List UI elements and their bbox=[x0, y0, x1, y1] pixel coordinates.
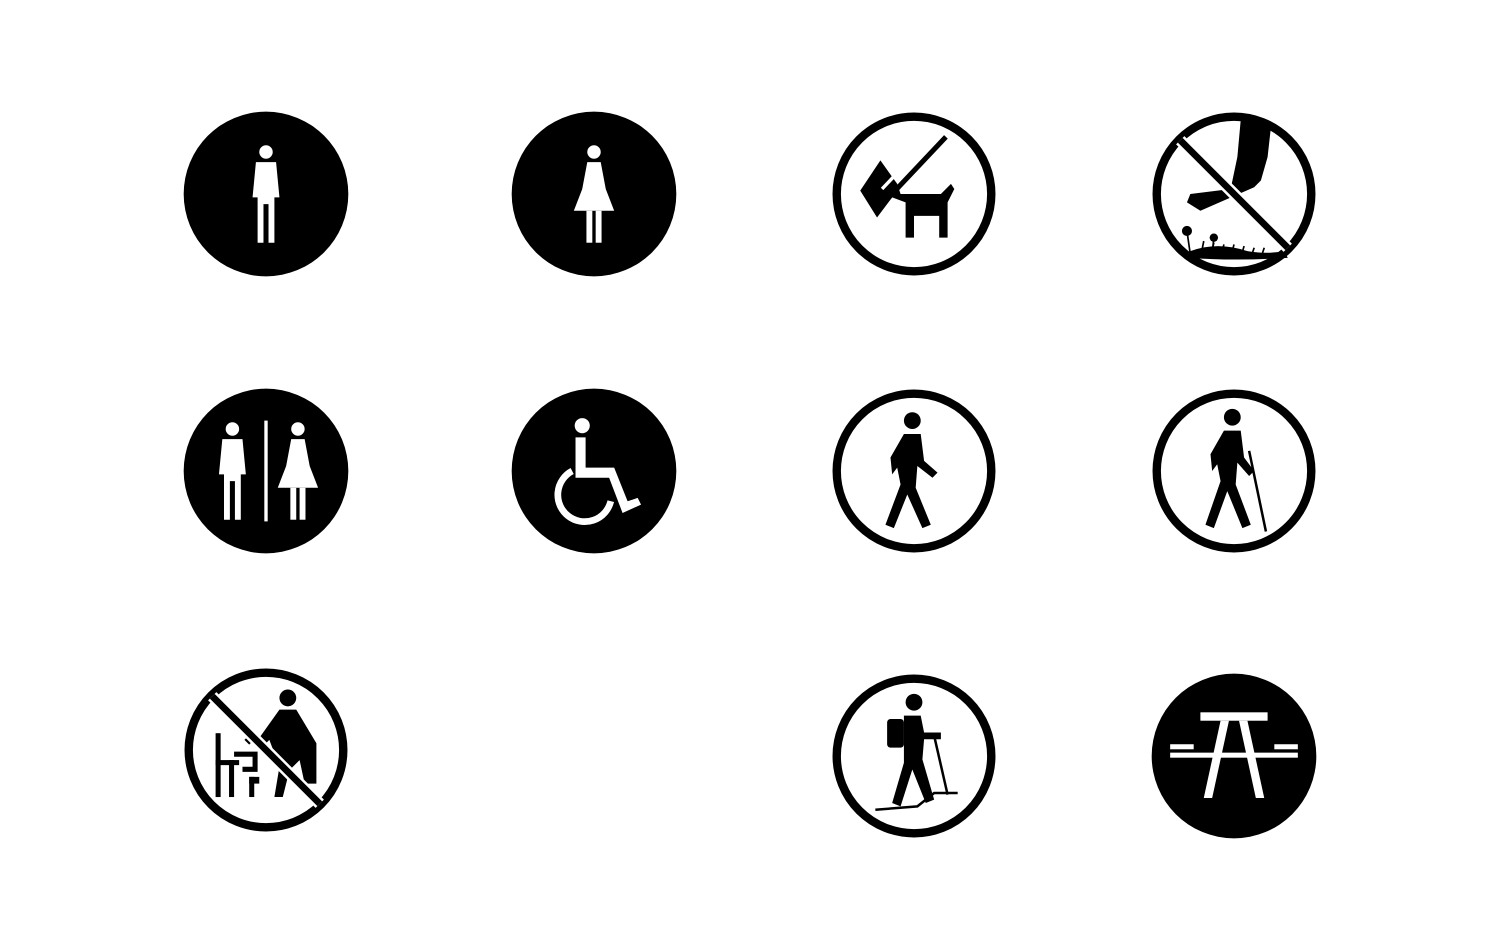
men-restroom-icon bbox=[182, 110, 350, 278]
picnic-area-icon bbox=[1150, 672, 1318, 840]
women-restroom-icon bbox=[510, 110, 678, 278]
walking-with-cane-icon bbox=[1150, 387, 1318, 555]
walking-trail-icon bbox=[830, 387, 998, 555]
keep-off-grass-icon bbox=[1150, 110, 1318, 278]
hiking-trail-icon bbox=[830, 672, 998, 840]
no-dogs-icon bbox=[830, 110, 998, 278]
sign-icon-grid bbox=[0, 0, 1500, 950]
unisex-restroom-icon bbox=[182, 387, 350, 555]
no-littering-icon bbox=[182, 666, 350, 834]
wheelchair-accessible-icon bbox=[510, 387, 678, 555]
